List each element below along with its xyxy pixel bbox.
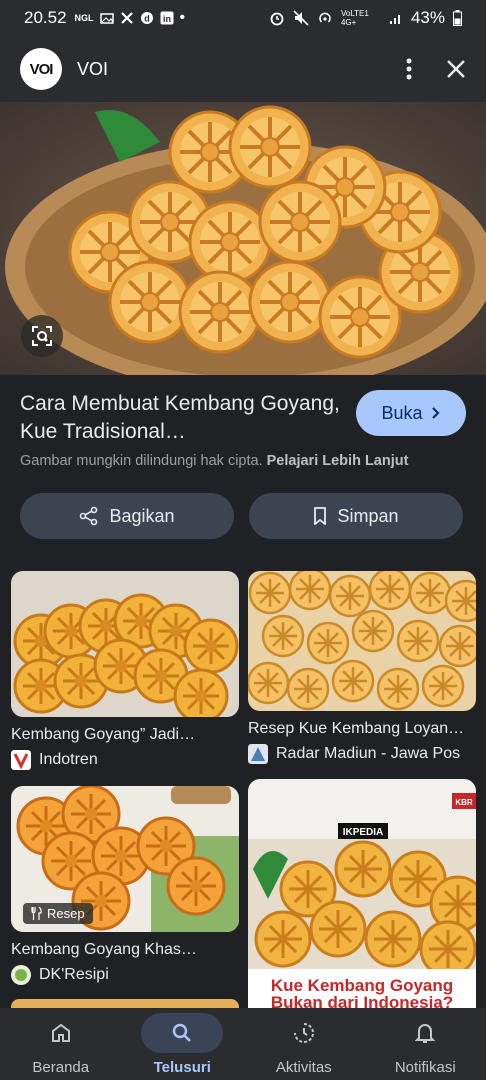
nav-activity-label: Aktivitas: [275, 1058, 332, 1076]
page-title[interactable]: Cara Membuat Kembang Goyang, Kue Tradisi…: [20, 390, 340, 446]
nav-activity[interactable]: Aktivitas: [243, 1008, 365, 1080]
svg-text:in: in: [163, 14, 171, 24]
recipe-badge-label: Resep: [47, 906, 85, 921]
d-icon: d: [140, 12, 153, 24]
related-thumbnail[interactable]: Resep: [11, 786, 239, 932]
alarm-icon: [270, 12, 284, 26]
save-label: Simpan: [337, 505, 399, 526]
status-bar: 20.52 NGL d in • VoLTE1 4G+ 43%: [0, 0, 486, 36]
search-icon: [173, 1023, 192, 1042]
activity-icon: [293, 1022, 314, 1043]
nav-search[interactable]: Telusuri: [122, 1008, 244, 1080]
app-header: VOI VOI: [0, 36, 486, 102]
clock: 20.52: [24, 8, 67, 27]
related-title[interactable]: Resep Kue Kembang Loyan…: [248, 720, 476, 738]
ngl-icon: NGL: [74, 13, 94, 23]
nav-notifications[interactable]: Notifikasi: [365, 1008, 486, 1080]
nav-notifications-label: Notifikasi: [394, 1058, 456, 1076]
related-card[interactable]: Resep Kue Kembang Loyan… Radar Madiun - …: [248, 571, 476, 764]
svg-text:d: d: [144, 14, 150, 24]
overlay-corner-badge: KBR: [455, 798, 473, 807]
notification-icons: NGL d in •: [75, 9, 186, 27]
related-card[interactable]: Resep Kembang Goyang Khas… DK'Resipi: [11, 786, 239, 985]
hotspot-icon: [319, 12, 331, 23]
bookmark-icon: [314, 507, 327, 525]
open-button[interactable]: Buka: [356, 390, 466, 436]
recipe-badge: Resep: [23, 903, 93, 924]
cutlery-icon: [31, 907, 42, 920]
related-source[interactable]: Radar Madiun - Jawa Pos: [248, 744, 476, 764]
lens-search-icon[interactable]: [21, 315, 63, 357]
dot-icon: •: [179, 9, 186, 26]
bell-icon: [415, 1023, 436, 1043]
copyright-text: Gambar mungkin dilindungi hak cipta.: [20, 453, 263, 469]
site-name[interactable]: VOI: [77, 59, 108, 80]
related-source[interactable]: Indotren: [11, 750, 239, 770]
related-source-name: Indotren: [39, 751, 98, 768]
battery-icon: [453, 10, 462, 26]
related-card[interactable]: IKPEDIA KBR Kue Kembang Goyang Bukan dar…: [248, 779, 476, 1008]
share-button[interactable]: Bagikan: [20, 493, 234, 539]
bottom-navigation: Beranda Telusuri Aktivitas Notifikasi: [0, 1008, 486, 1080]
close-icon[interactable]: [446, 59, 466, 79]
nav-home-label: Beranda: [32, 1058, 90, 1076]
radar-madiun-favicon: [248, 744, 268, 764]
related-thumbnail[interactable]: [11, 571, 239, 717]
overlay-caption: Kue Kembang Goyang Bukan dari Indonesia?: [270, 976, 454, 1008]
related-thumbnail[interactable]: IKPEDIA KBR Kue Kembang Goyang Bukan dar…: [248, 779, 476, 1008]
related-card[interactable]: Kembang Goyang” Jadi… Indotren: [11, 571, 239, 770]
x-icon: [120, 12, 133, 24]
home-icon: [51, 1023, 70, 1042]
related-thumbnail[interactable]: [248, 571, 476, 711]
site-logo[interactable]: VOI: [20, 48, 62, 90]
related-title[interactable]: Kembang Goyang” Jadi…: [11, 726, 239, 744]
photo-icon: [99, 13, 114, 24]
share-label: Bagikan: [109, 505, 175, 526]
nav-home[interactable]: Beranda: [0, 1008, 122, 1080]
learn-more-link[interactable]: Pelajari Lebih Lanjut: [267, 453, 409, 469]
network-label: VoLTE1 4G+: [340, 9, 369, 27]
in-icon: in: [160, 11, 174, 25]
chevron-right-icon: [431, 407, 440, 419]
nav-search-label: Telusuri: [153, 1058, 211, 1076]
related-source-name: Radar Madiun - Jawa Pos: [276, 745, 461, 762]
mute-icon: [293, 10, 309, 26]
system-icons: VoLTE1 4G+ 43%: [269, 8, 462, 28]
save-button[interactable]: Simpan: [249, 493, 463, 539]
battery-percent: 43%: [410, 8, 445, 27]
share-icon: [80, 506, 98, 526]
overlay-brand: IKPEDIA: [343, 827, 384, 838]
related-source[interactable]: DK'Resipi: [11, 965, 239, 985]
open-button-label: Buka: [381, 402, 423, 423]
indotren-favicon: [11, 750, 31, 770]
copyright-notice: Gambar mungkin dilindungi hak cipta. Pel…: [20, 453, 408, 469]
dk-resipi-favicon: [11, 965, 31, 985]
related-card-partial[interactable]: [11, 999, 239, 1008]
signal-icon: [389, 15, 400, 24]
related-source-name: DK'Resipi: [39, 966, 109, 983]
main-image[interactable]: [0, 102, 486, 375]
related-title[interactable]: Kembang Goyang Khas…: [11, 941, 239, 959]
more-options-icon[interactable]: [406, 58, 412, 80]
